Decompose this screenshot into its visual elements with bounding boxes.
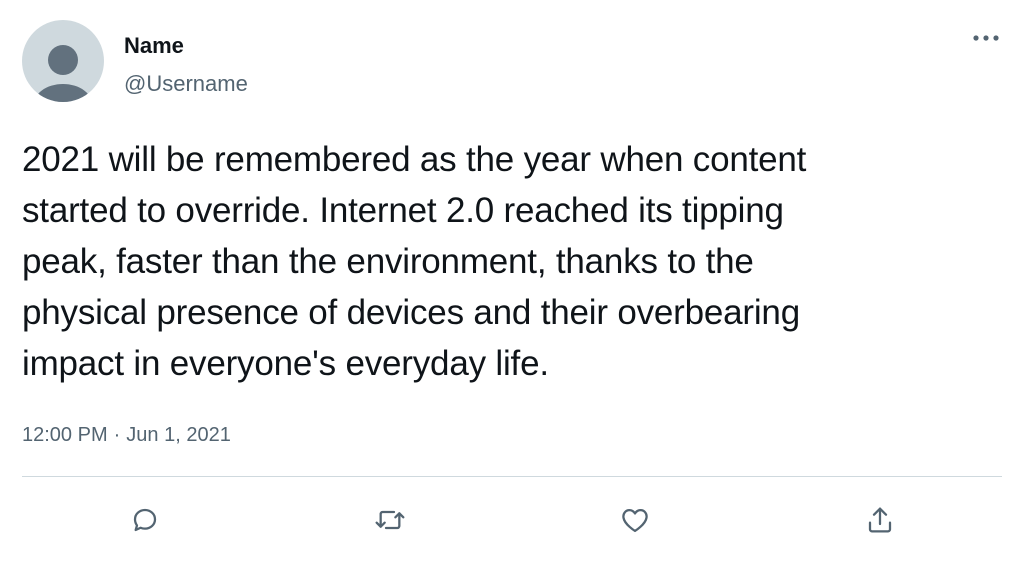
share-button[interactable] bbox=[858, 498, 902, 542]
tweet-text-line: 2021 will be remembered as the year when… bbox=[22, 140, 807, 179]
display-name[interactable]: Name bbox=[124, 32, 184, 60]
tweet-card: Name @Username 2021 will be remembered a… bbox=[0, 0, 1024, 582]
tweet-text-line: peak, faster than the environment, thank… bbox=[22, 242, 754, 281]
reply-icon bbox=[133, 508, 157, 532]
divider bbox=[22, 476, 1002, 477]
like-icon bbox=[622, 509, 648, 533]
retweet-icon bbox=[375, 510, 405, 530]
more-options-icon bbox=[973, 35, 999, 41]
tweet-text: 2021 will be remembered as the year when… bbox=[22, 134, 982, 389]
default-avatar-icon bbox=[33, 45, 93, 102]
like-button[interactable] bbox=[613, 498, 657, 542]
avatar[interactable] bbox=[22, 20, 104, 102]
tweet-date: Jun 1, 2021 bbox=[126, 424, 231, 446]
tweet-timestamp[interactable]: 12:00 PM · Jun 1, 2021 bbox=[22, 421, 231, 449]
username[interactable]: @Username bbox=[124, 70, 248, 98]
tweet-text-line: physical presence of devices and their o… bbox=[22, 293, 800, 332]
retweet-button[interactable] bbox=[368, 498, 412, 542]
more-options-button[interactable] bbox=[966, 24, 1006, 52]
reply-button[interactable] bbox=[123, 498, 167, 542]
share-icon bbox=[868, 507, 892, 533]
tweet-text-line: started to override. Internet 2.0 reache… bbox=[22, 191, 784, 230]
tweet-time: 12:00 PM bbox=[22, 424, 108, 446]
action-bar bbox=[0, 490, 1024, 550]
tweet-text-line: impact in everyone's everyday life. bbox=[22, 344, 549, 383]
meta-separator: · bbox=[113, 424, 121, 446]
